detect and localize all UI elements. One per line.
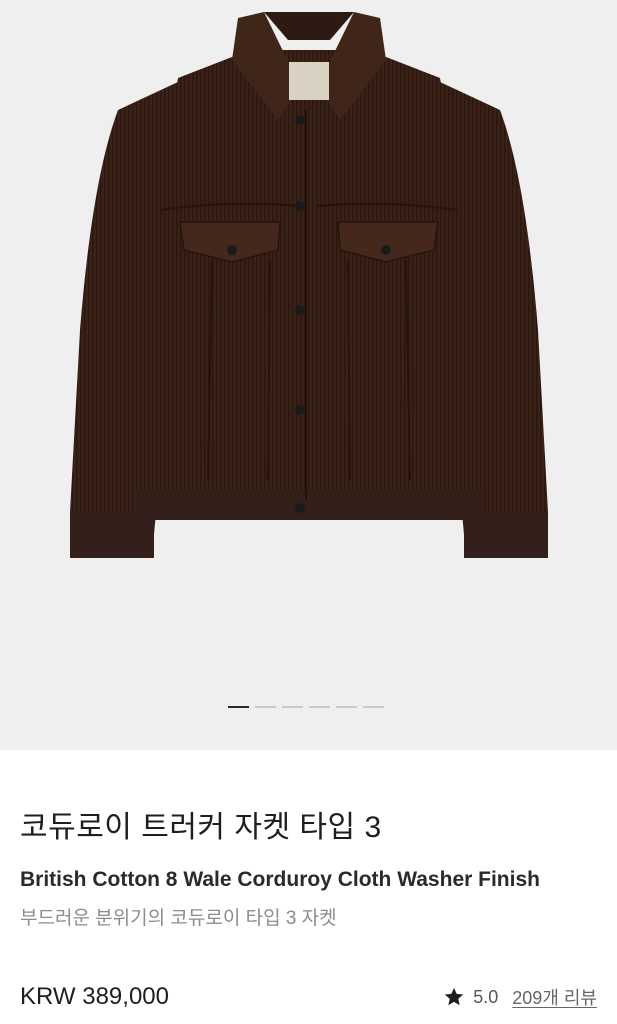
gallery-dot[interactable] [363,706,384,708]
product-price: KRW 389,000 [20,983,169,1010]
gallery-dot[interactable] [336,706,357,708]
reviews-link[interactable]: 209개 리뷰 [512,984,597,1010]
corduroy-jacket-image [70,12,548,558]
product-image-gallery[interactable] [0,0,617,750]
price-rating-row: KRW 389,000 5.0 209개 리뷰 [20,982,597,1012]
product-description: 부드러운 분위기의 코듀로이 타입 3 자켓 [20,908,337,929]
gallery-dot[interactable] [309,706,330,708]
rating-summary: 5.0 209개 리뷰 [443,984,597,1010]
gallery-dot[interactable] [282,706,303,708]
gallery-dot[interactable] [255,706,276,708]
product-title-english: British Cotton 8 Wale Corduroy Cloth Was… [20,868,540,891]
rating-value: 5.0 [473,986,499,1007]
gallery-dot[interactable] [228,706,249,708]
star-icon [445,987,464,1006]
gallery-pagination[interactable] [228,706,384,708]
product-info: 코듀로이 트러커 자켓 타입 3 British Cotton 8 Wale C… [0,810,617,932]
product-title-korean: 코듀로이 트러커 자켓 타입 3 [20,811,382,844]
